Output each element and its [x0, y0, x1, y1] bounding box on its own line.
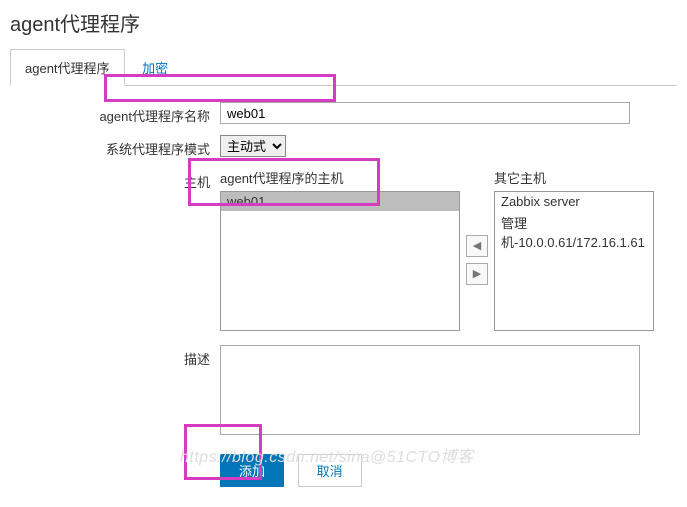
move-left-button[interactable]: ◀: [466, 235, 488, 257]
tab-encryption[interactable]: 加密: [128, 50, 182, 85]
list-item[interactable]: Zabbix server: [495, 192, 653, 211]
arrow-right-icon: ▶: [473, 267, 481, 280]
add-button[interactable]: 添加: [220, 454, 284, 487]
label-proxy-mode: 系统代理程序模式: [10, 135, 220, 158]
tabs: agent代理程序 加密: [10, 49, 677, 86]
label-hosts: 主机: [10, 168, 220, 191]
list-item[interactable]: web01: [221, 192, 459, 211]
tab-agent-proxy[interactable]: agent代理程序: [10, 49, 125, 86]
arrow-left-icon: ◀: [473, 239, 481, 252]
move-right-button[interactable]: ▶: [466, 263, 488, 285]
cancel-button[interactable]: 取消: [298, 454, 362, 487]
listbox-other-hosts[interactable]: Zabbix server 管理机-10.0.0.61/172.16.1.61: [494, 191, 654, 331]
page-title: agent代理程序: [10, 8, 677, 37]
label-proxy-name: agent代理程序名称: [10, 102, 220, 125]
select-proxy-mode[interactable]: 主动式: [220, 135, 286, 157]
textarea-description[interactable]: [220, 345, 640, 435]
label-other-hosts: 其它主机: [494, 168, 654, 187]
input-proxy-name[interactable]: [220, 102, 630, 124]
listbox-proxy-hosts[interactable]: web01: [220, 191, 460, 331]
label-description: 描述: [10, 345, 220, 368]
list-item[interactable]: 管理机-10.0.0.61/172.16.1.61: [495, 211, 653, 253]
label-proxy-hosts: agent代理程序的主机: [220, 168, 460, 187]
